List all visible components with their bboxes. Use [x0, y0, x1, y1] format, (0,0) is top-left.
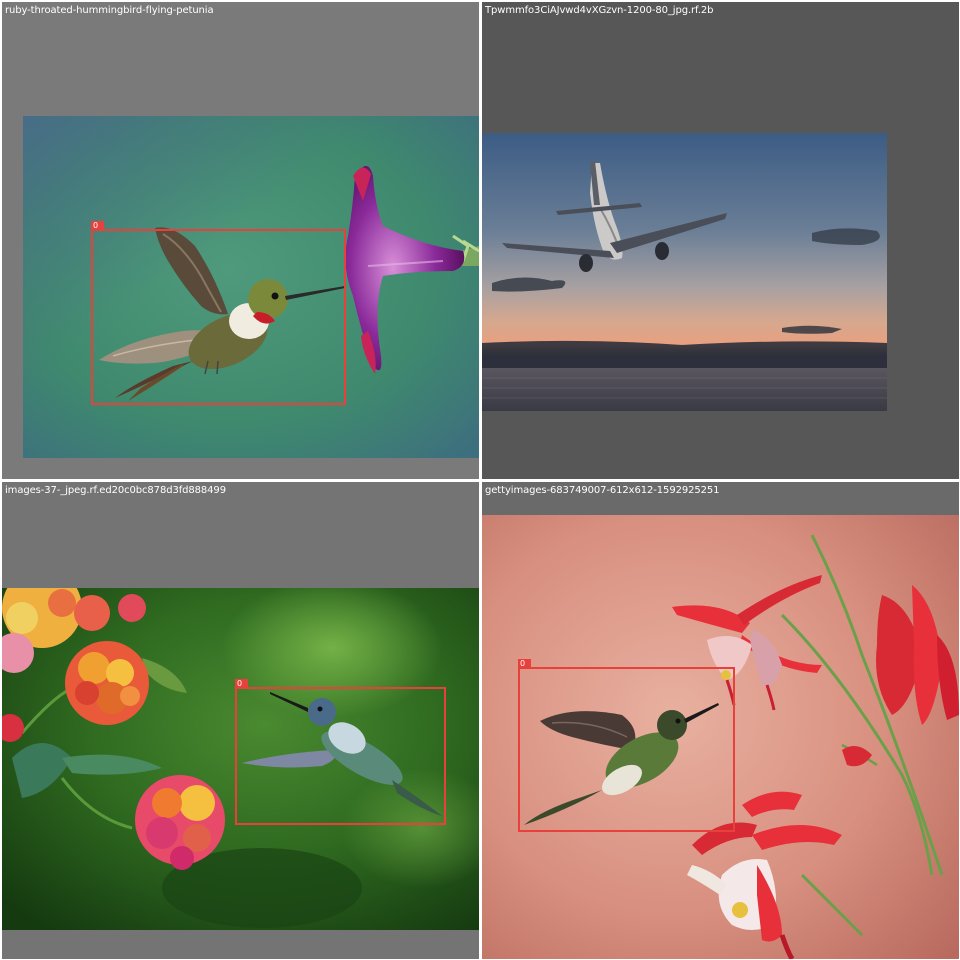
- panel-1-detection-box: 0: [91, 221, 346, 405]
- panel-2-filename: Tpwmmfo3CiAJvwd4vXGzvn-1200-80_jpg.rf.2b: [485, 5, 714, 16]
- panel-1-filename: ruby-throated-hummingbird-flying-petunia: [5, 5, 214, 16]
- panel-4: gettyimages-683749007-612x612-1592925251: [482, 482, 959, 959]
- panel-1: ruby-throated-hummingbird-flying-petunia: [2, 2, 479, 479]
- panel-3: images-37-_jpeg.rf.ed20c0bc878d3fd888499: [2, 482, 479, 959]
- panel-3-filename: images-37-_jpeg.rf.ed20c0bc878d3fd888499: [5, 485, 226, 496]
- panel-3-detection-label: 0: [235, 679, 248, 688]
- image-mosaic-grid: ruby-throated-hummingbird-flying-petunia: [0, 0, 960, 960]
- panel-3-detection-box: 0: [235, 679, 446, 825]
- panel-4-detection-box: 0: [518, 659, 735, 832]
- panel-2: Tpwmmfo3CiAJvwd4vXGzvn-1200-80_jpg.rf.2b: [482, 2, 959, 479]
- panel-4-detection-label: 0: [518, 659, 531, 668]
- panel-1-detection-label: 0: [91, 221, 104, 230]
- panel-4-filename: gettyimages-683749007-612x612-1592925251: [485, 485, 720, 496]
- airplane-dusk-image: [482, 133, 887, 411]
- panel-2-photo: [482, 133, 887, 411]
